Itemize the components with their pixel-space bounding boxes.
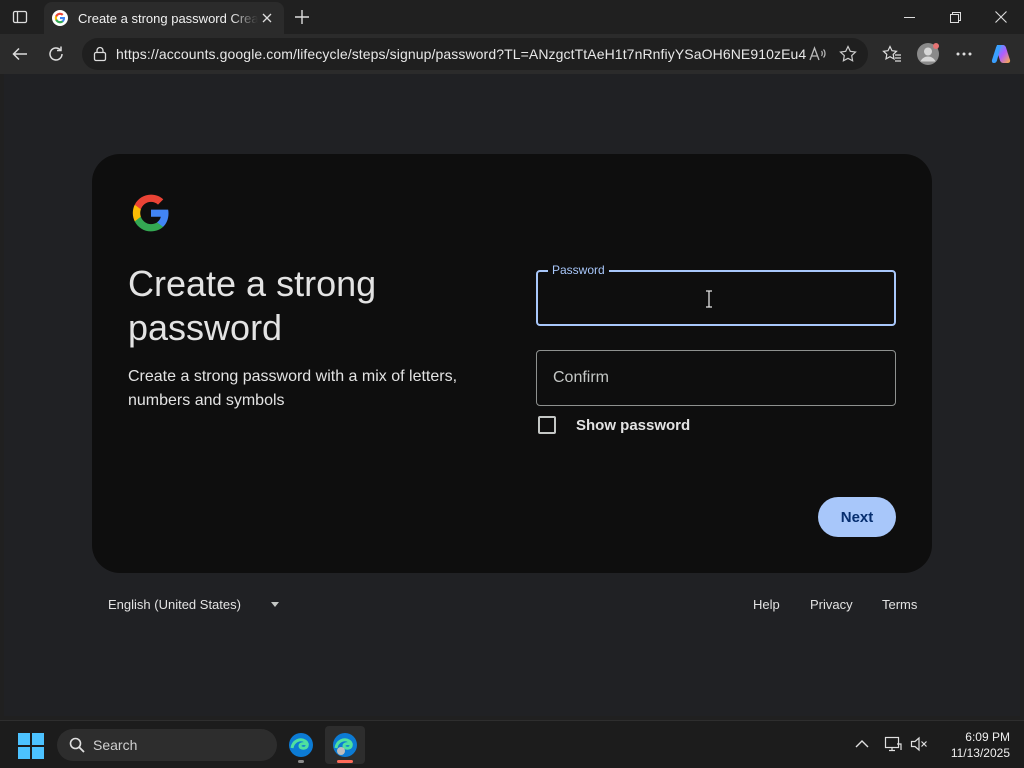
show-password-toggle[interactable]: Show password <box>538 416 690 434</box>
page-title: Create a strong password <box>128 263 377 348</box>
show-password-label[interactable]: Show password <box>576 417 690 434</box>
signup-card: Create a strong password Create a strong… <box>92 154 932 573</box>
search-icon <box>69 737 85 753</box>
favorite-star-icon[interactable] <box>838 44 858 64</box>
close-window-button[interactable] <box>978 0 1024 34</box>
browser-tab[interactable]: Create a strong password Create a strong… <box>44 2 284 34</box>
url-text[interactable]: https://accounts.google.com/lifecycle/st… <box>116 46 806 62</box>
minimize-button[interactable] <box>886 0 932 34</box>
restore-button[interactable] <box>932 0 978 34</box>
confirm-placeholder: Confirm <box>553 369 610 386</box>
app-indicator <box>337 760 353 763</box>
terms-link[interactable]: Terms <box>882 597 917 612</box>
tab-bar: Create a strong password Create a strong… <box>0 0 1024 34</box>
back-button[interactable] <box>5 40 35 68</box>
clock-time: 6:09 PM <box>965 730 1010 744</box>
chevron-down-icon <box>270 602 279 607</box>
more-options-icon[interactable] <box>949 40 979 68</box>
site-info-icon[interactable] <box>90 44 110 64</box>
chevron-up-icon[interactable] <box>851 733 873 755</box>
browser-toolbar: https://accounts.google.com/lifecycle/st… <box>0 34 1024 74</box>
address-bar[interactable]: https://accounts.google.com/lifecycle/st… <box>82 38 868 70</box>
confirm-password-field[interactable]: Confirm <box>536 350 896 406</box>
google-logo-icon <box>132 194 169 232</box>
tab-title: Create a strong password Create a strong… <box>78 10 258 26</box>
show-password-checkbox[interactable] <box>538 416 556 434</box>
google-favicon-icon <box>52 10 68 26</box>
password-label: Password <box>548 263 609 277</box>
edge-active-taskbar-icon[interactable] <box>325 726 365 764</box>
system-clock[interactable]: 6:09 PM 11/13/2025 <box>938 729 1010 761</box>
copilot-icon[interactable] <box>986 40 1016 68</box>
privacy-link[interactable]: Privacy <box>810 597 853 612</box>
text-cursor-icon <box>706 290 712 308</box>
windows-start-icon[interactable] <box>18 733 44 759</box>
volume-muted-icon[interactable] <box>908 733 930 755</box>
new-tab-button[interactable] <box>290 5 314 29</box>
read-aloud-icon[interactable] <box>808 44 828 64</box>
clock-date: 11/13/2025 <box>950 746 1010 760</box>
refresh-button[interactable] <box>41 40 71 68</box>
tab-actions-icon[interactable] <box>6 4 34 30</box>
favorites-icon[interactable] <box>877 40 907 68</box>
language-label: English (United States) <box>108 597 241 612</box>
password-field[interactable]: Password <box>536 263 896 326</box>
next-button[interactable]: Next <box>818 497 896 537</box>
network-icon[interactable] <box>882 733 904 755</box>
close-tab-icon[interactable] <box>258 9 276 27</box>
help-link[interactable]: Help <box>753 597 780 612</box>
language-selector[interactable]: English (United States) <box>108 597 279 612</box>
page-viewport: Create a strong password Create a strong… <box>4 74 1020 716</box>
taskbar-search[interactable]: Search <box>57 729 277 761</box>
page-footer: English (United States) Help Privacy Ter… <box>4 594 1020 618</box>
windows-taskbar: Search 6:09 PM 11/13/2025 <box>0 720 1024 768</box>
edge-taskbar-icon[interactable] <box>281 726 321 764</box>
app-indicator <box>298 760 304 763</box>
taskbar-search-label: Search <box>93 737 138 753</box>
page-subtitle: Create a strong password with a mix of l… <box>128 368 458 409</box>
profile-avatar[interactable] <box>913 40 943 68</box>
